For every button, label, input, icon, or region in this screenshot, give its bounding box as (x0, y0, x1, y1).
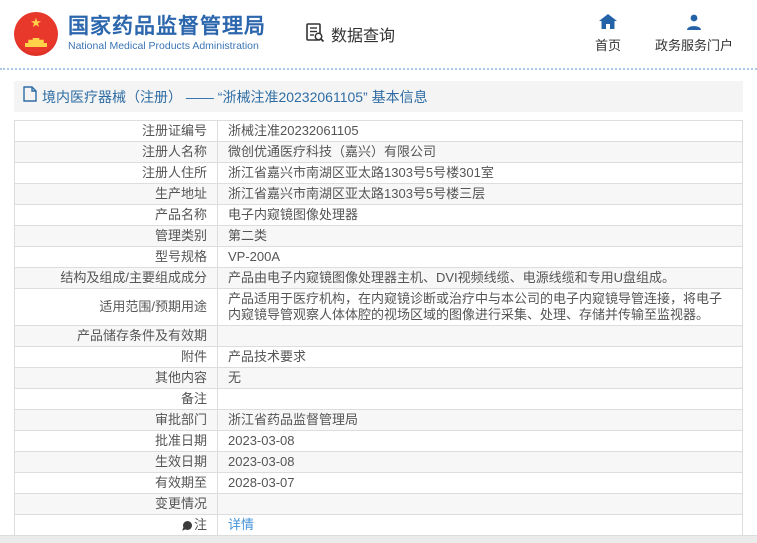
row-value: 浙江省嘉兴市南湖区亚太路1303号5号楼三层 (217, 183, 743, 205)
note-icon (182, 521, 192, 530)
data-query-button[interactable]: 数据查询 (304, 21, 395, 48)
row-value (217, 325, 743, 347)
table-row: 注册人名称 微创优通医疗科技（嘉兴）有限公司 (14, 141, 743, 163)
national-emblem-logo: ★ (14, 12, 58, 56)
row-label: 批准日期 (14, 430, 218, 452)
nav-item-portal[interactable]: 政务服务门户 (655, 14, 733, 54)
row-value: 2028-03-07 (217, 472, 743, 494)
row-label: 注册人名称 (14, 141, 218, 163)
row-value: 产品技术要求 (217, 346, 743, 368)
nav-item-home[interactable]: 首页 (595, 14, 621, 54)
row-value: 第二类 (217, 225, 743, 247)
site-subtitle: National Medical Products Administration (68, 40, 259, 52)
table-row: 有效期至 2028-03-07 (14, 472, 743, 494)
row-label: 适用范围/预期用途 (14, 288, 218, 326)
row-value: 详情 (217, 514, 743, 536)
row-value: 浙江省药品监督管理局 (217, 409, 743, 431)
table-row: 结构及组成/主要组成成分 产品由电子内窥镜图像处理器主机、DVI视频线缆、电源线缆… (14, 267, 743, 289)
person-icon (686, 14, 702, 38)
row-label: 注 (14, 514, 218, 536)
row-value: 浙江省嘉兴市南湖区亚太路1303号5号楼301室 (217, 162, 743, 184)
row-value: 产品适用于医疗机构，在内窥镜诊断或治疗中与本公司的电子内窥镜导管连接，将电子内窥… (217, 288, 743, 326)
table-row: 备注 (14, 388, 743, 410)
table-row: 变更情况 (14, 493, 743, 515)
footer-strip (0, 535, 757, 543)
row-label: 生效日期 (14, 451, 218, 473)
row-label: 结构及组成/主要组成成分 (14, 267, 218, 289)
row-value: 无 (217, 367, 743, 389)
row-value: 2023-03-08 (217, 430, 743, 452)
row-value (217, 493, 743, 515)
row-label: 型号规格 (14, 246, 218, 268)
row-label: 注册证编号 (14, 120, 218, 142)
table-row: 注册人住所 浙江省嘉兴市南湖区亚太路1303号5号楼301室 (14, 162, 743, 184)
site-header: ★ 国家药品监督管理局 National Medical Products Ad… (0, 0, 757, 68)
data-query-label: 数据查询 (331, 28, 396, 45)
table-row: 注详情 (14, 514, 743, 536)
nav-item-label: 首页 (594, 38, 621, 53)
registration-info-table: 注册证编号 浙械注准20232061105 注册人名称 微创优通医疗科技（嘉兴）有限公… (14, 120, 743, 536)
details-link[interactable]: 详情 (228, 517, 254, 532)
row-value: VP-200A (217, 246, 743, 268)
row-value: 浙械注准20232061105 (217, 120, 743, 142)
top-nav: 首页 政务服务门户 (595, 14, 743, 54)
table-row: 生效日期 2023-03-08 (14, 451, 743, 473)
table-row: 产品储存条件及有效期 (14, 325, 743, 347)
table-row: 其他内容无 (14, 367, 743, 389)
table-row: 生产地址 浙江省嘉兴市南湖区亚太路1303号5号楼三层 (14, 183, 743, 205)
emblem-gate-icon (25, 38, 47, 47)
table-row: 适用范围/预期用途 产品适用于医疗机构，在内窥镜诊断或治疗中与本公司的电子内窥镜导… (14, 288, 743, 326)
row-label: 有效期至 (14, 472, 218, 494)
row-value: 电子内窥镜图像处理器 (217, 204, 743, 226)
header-divider (0, 68, 757, 70)
row-label: 产品储存条件及有效期 (14, 325, 218, 347)
row-value: 产品由电子内窥镜图像处理器主机、DVI视频线缆、电源线缆和专用U盘组成。 (217, 267, 743, 289)
document-search-icon (304, 21, 331, 48)
row-label: 审批部门 (14, 409, 218, 431)
row-label: 管理类别 (14, 225, 218, 247)
row-value (217, 388, 743, 410)
table-row: 附件 产品技术要求 (14, 346, 743, 368)
table-row: 批准日期 2023-03-08 (14, 430, 743, 452)
table-row: 注册证编号 浙械注准20232061105 (14, 120, 743, 142)
row-label: 产品名称 (14, 204, 218, 226)
row-label: 生产地址 (14, 183, 218, 205)
document-icon (23, 86, 42, 107)
table-row: 产品名称 电子内窥镜图像处理器 (14, 204, 743, 226)
brand-block: 国家药品监督管理局 National Medical Products Admi… (68, 15, 266, 53)
row-label: 注册人住所 (14, 162, 218, 184)
row-label: 附件 (14, 346, 218, 368)
table-row: 型号规格 VP-200A (14, 246, 743, 268)
emblem-star-icon: ★ (30, 15, 42, 30)
home-icon (598, 14, 617, 38)
row-label: 备注 (14, 388, 218, 410)
row-value: 2023-03-08 (217, 451, 743, 473)
site-title: 国家药品监督管理局 (68, 15, 266, 38)
row-label: 其他内容 (14, 367, 218, 389)
row-value: 微创优通医疗科技（嘉兴）有限公司 (217, 141, 743, 163)
table-row: 管理类别 第二类 (14, 225, 743, 247)
table-row: 审批部门 浙江省药品监督管理局 (14, 409, 743, 431)
breadcrumb: 境内医疗器械（注册） —— “浙械注准20232061105” 基本信息 (14, 81, 743, 112)
breadcrumb-text: 境内医疗器械（注册） —— “浙械注准20232061105” 基本信息 (42, 88, 428, 105)
nav-item-label: 政务服务门户 (654, 38, 733, 53)
row-label: 变更情况 (14, 493, 218, 515)
